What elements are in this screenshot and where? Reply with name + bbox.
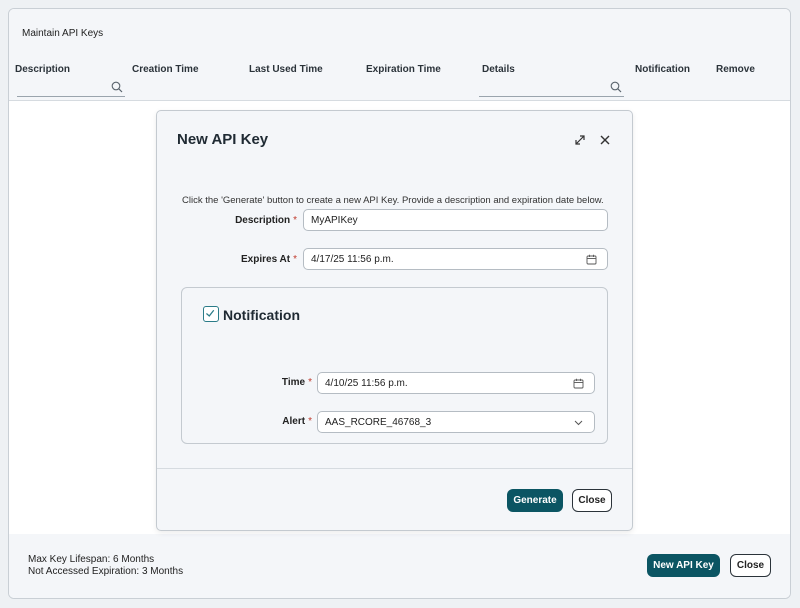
search-icon[interactable] [111,81,123,93]
calendar-icon[interactable] [586,254,597,265]
expires-at-value: 4/17/25 11:56 p.m. [311,253,394,265]
details-filter-input[interactable] [479,81,624,97]
time-value: 4/10/25 11:56 p.m. [325,377,408,389]
column-details[interactable]: Details [482,64,515,75]
description-filter-input[interactable] [17,81,125,97]
column-notification[interactable]: Notification [635,64,690,75]
close-icon[interactable] [598,133,612,147]
column-remove[interactable]: Remove [716,64,755,75]
checkmark-icon [206,309,215,317]
page-title: Maintain API Keys [22,28,104,39]
description-value: MyAPIKey [311,214,358,226]
notification-checkbox[interactable] [203,306,219,322]
column-last-used-time[interactable]: Last Used Time [249,64,323,75]
required-mark: * [293,215,297,226]
column-expiration-time[interactable]: Expiration Time [366,64,441,75]
close-button[interactable]: Close [730,554,771,577]
time-label: Time * [281,377,312,388]
search-icon[interactable] [610,81,622,93]
expand-icon[interactable] [573,133,587,147]
alert-value: AAS_RCORE_46768_3 [325,416,432,428]
calendar-icon[interactable] [573,378,584,389]
not-accessed-text: Not Accessed Expiration: 3 Months [28,566,184,577]
max-lifespan-text: Max Key Lifespan: 6 Months [28,554,155,565]
column-description[interactable]: Description [15,64,70,75]
required-mark: * [293,254,297,265]
alert-select[interactable]: AAS_RCORE_46768_3 [317,411,595,433]
required-mark: * [308,416,312,427]
dialog-close-button[interactable]: Close [572,489,612,512]
notification-title: Notification [223,307,300,323]
description-label: Description * [235,215,297,226]
table-header: Maintain API Keys Description Creation T… [9,9,790,101]
chevron-down-icon[interactable] [573,417,584,428]
column-creation-time[interactable]: Creation Time [132,64,199,75]
notification-section: Notification Time * 4/10/25 11:56 p.m. Al… [181,287,608,444]
time-field[interactable]: 4/10/25 11:56 p.m. [317,372,595,394]
new-api-key-button[interactable]: New API Key [647,554,720,577]
generate-button[interactable]: Generate [507,489,563,512]
expires-at-field[interactable]: 4/17/25 11:56 p.m. [303,248,608,270]
required-mark: * [308,377,312,388]
dialog-divider [157,468,632,469]
dialog-description: Click the 'Generate' button to create a … [182,195,604,206]
description-field[interactable]: MyAPIKey [303,209,608,231]
alert-label: Alert * [282,416,312,427]
expires-at-label: Expires At * [241,254,297,265]
new-api-key-dialog: New API Key Click the 'Generate' button … [156,110,633,531]
dialog-title: New API Key [177,131,269,148]
panel-footer: Max Key Lifespan: 6 Months Not Accessed … [9,534,790,598]
